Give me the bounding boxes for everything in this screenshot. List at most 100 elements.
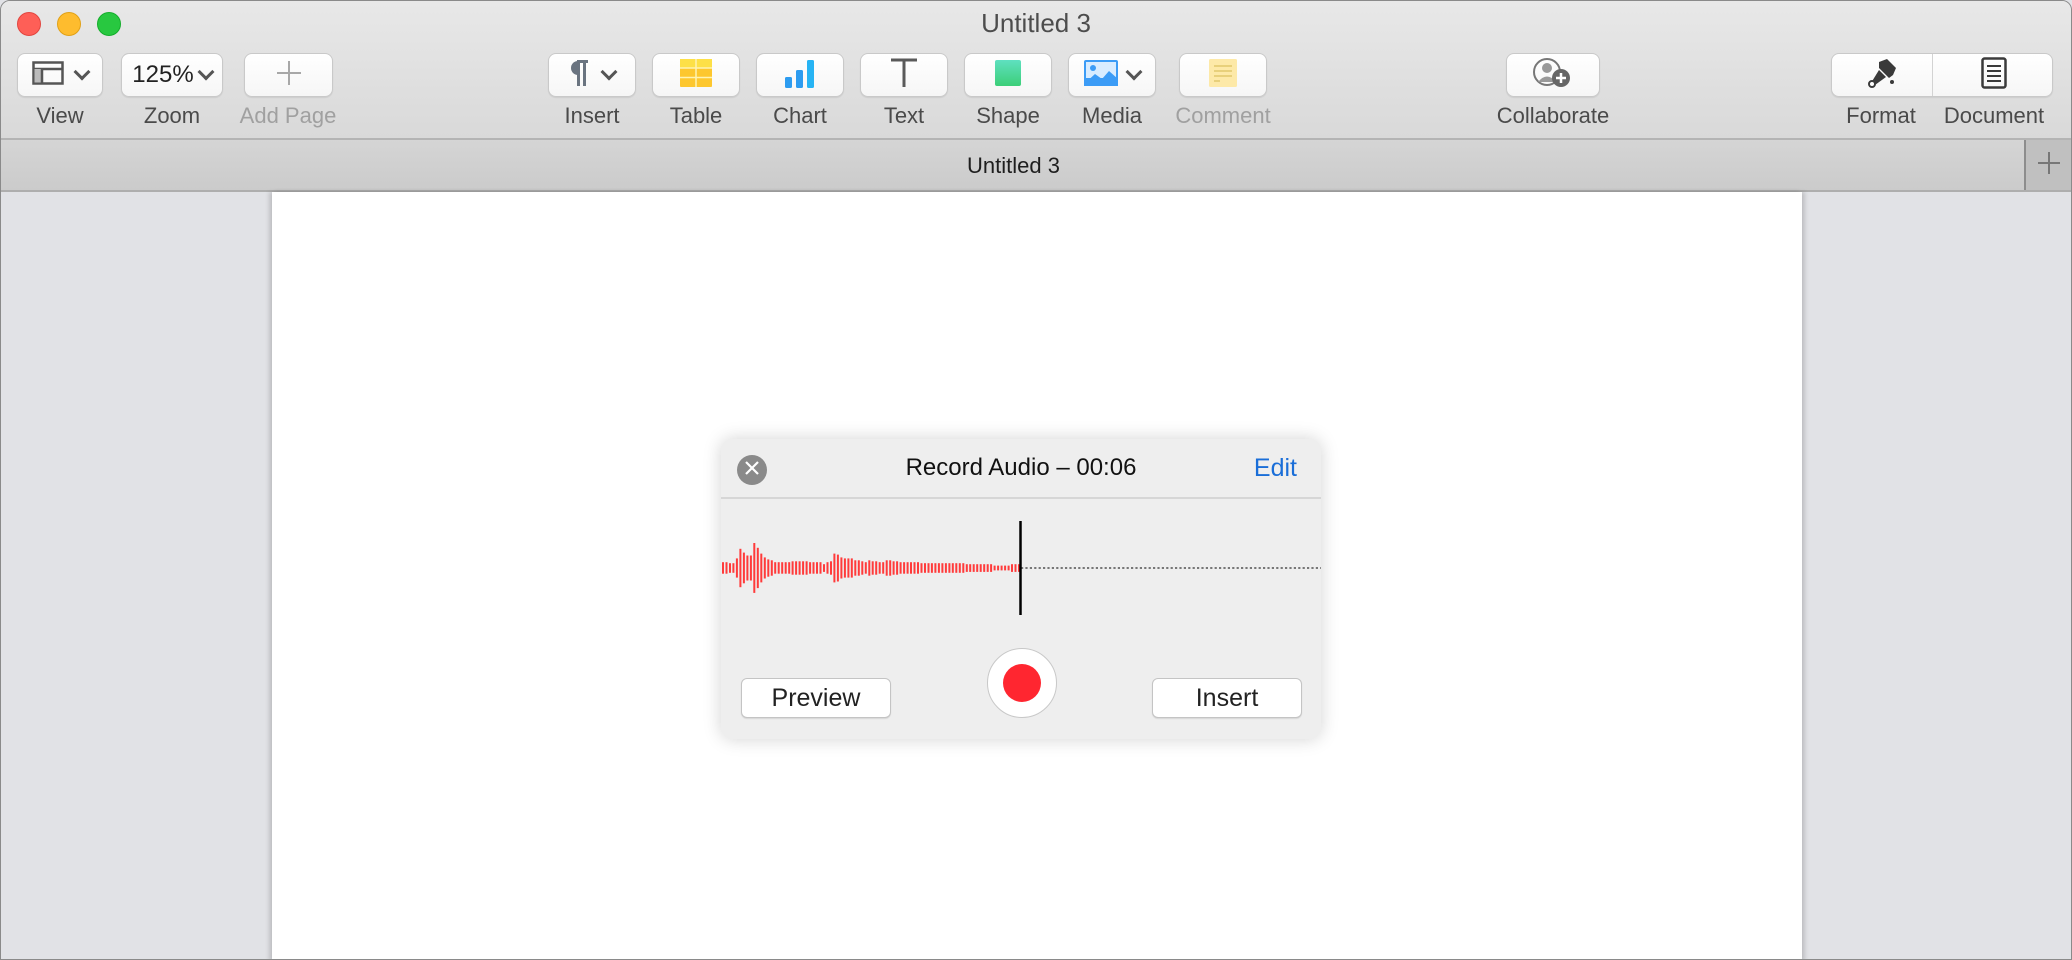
waveform-bar (924, 563, 926, 573)
waveform-bar (802, 561, 805, 575)
view-label: View (36, 103, 84, 128)
waveform-bar (990, 564, 993, 572)
waveform-bar (746, 555, 749, 581)
plus-icon (2037, 151, 2061, 180)
waveform-bar (781, 562, 784, 574)
text-button[interactable] (860, 53, 948, 97)
waveform-bar (920, 563, 923, 573)
waveform-bar (899, 562, 902, 574)
waveform-bar (983, 564, 986, 572)
view-button[interactable] (17, 53, 103, 97)
format-label: Format (1846, 103, 1916, 128)
waveform-bar (878, 562, 881, 574)
text-box-icon (890, 58, 918, 93)
waveform-bar (937, 563, 940, 573)
waveform-bar (732, 563, 735, 573)
waveform-bar (930, 563, 933, 573)
edit-button[interactable]: Edit (1254, 454, 1297, 483)
waveform-bar (739, 548, 742, 588)
waveform-bar (857, 560, 860, 576)
waveform-bar (749, 555, 752, 581)
waveform-bar (742, 552, 745, 584)
waveform-bar (965, 564, 968, 572)
waveform-bar (1004, 565, 1007, 571)
waveform-bar (833, 553, 836, 583)
preview-button[interactable]: Preview (741, 678, 891, 718)
waveform-bar (767, 559, 770, 577)
waveform-bar (850, 558, 853, 578)
insert-audio-button[interactable]: Insert (1152, 678, 1302, 718)
media-label: Media (1082, 103, 1142, 128)
chevron-down-icon (1125, 63, 1143, 81)
shape-button[interactable] (964, 53, 1052, 97)
waveform-bar (927, 563, 930, 573)
waveform-bar (795, 561, 798, 575)
waveform-bar (986, 564, 989, 572)
add-tab-button[interactable] (2024, 140, 2071, 190)
chart-button[interactable] (756, 53, 844, 97)
record-icon (1003, 664, 1041, 702)
add-person-icon (1533, 57, 1573, 94)
waveform-bar (962, 563, 965, 573)
photo-icon (1084, 59, 1118, 91)
waveform-bar (889, 560, 892, 576)
waveform-bar (976, 564, 979, 572)
table-icon (680, 58, 712, 92)
waveform-bar (1000, 565, 1003, 571)
waveform-bar (847, 558, 850, 578)
waveform-bar (756, 547, 759, 589)
add-page-button[interactable] (244, 53, 333, 97)
waveform-bar (784, 562, 787, 574)
waveform-bar (868, 560, 871, 576)
chevron-down-icon (197, 63, 215, 81)
waveform-bar (896, 561, 899, 575)
format-button[interactable] (1832, 54, 1932, 96)
tab-untitled-3[interactable]: Untitled 3 (1, 153, 2026, 179)
waveform-bar (1011, 564, 1013, 572)
waveform-bar (882, 562, 885, 574)
waveform-bar (763, 557, 766, 579)
shape-icon (995, 59, 1021, 91)
chevron-down-icon (73, 63, 91, 81)
waveform-bar (941, 563, 944, 573)
waveform-bar (885, 560, 888, 576)
collaborate-button[interactable] (1506, 53, 1600, 97)
waveform-bar (830, 561, 832, 575)
waveform-bar (843, 558, 846, 578)
waveform-bar (892, 561, 895, 575)
document-button[interactable] (1933, 54, 2054, 96)
chevron-down-icon (600, 63, 618, 81)
waveform-bar (951, 563, 954, 573)
comment-button[interactable] (1179, 53, 1267, 97)
record-button[interactable] (987, 648, 1057, 718)
chart-label: Chart (773, 103, 827, 128)
waveform-display[interactable] (721, 519, 1321, 619)
media-button[interactable] (1068, 53, 1156, 97)
sidebar-layout-icon (32, 60, 64, 90)
record-audio-title: Record Audio – 00:06 (905, 454, 1137, 481)
waveform-bar (836, 554, 839, 582)
title-bar: Untitled 3 View 125% Zoom Add Page Inser… (1, 1, 2071, 140)
zoom-label: Zoom (143, 103, 201, 128)
waveform-bar (826, 562, 829, 574)
waveform-bar (910, 562, 912, 574)
waveform-bar (997, 565, 1000, 571)
waveform-bar (934, 563, 937, 573)
shape-label: Shape (976, 103, 1040, 128)
waveform-bar (969, 564, 972, 572)
window-title: Untitled 3 (981, 8, 1091, 38)
zoom-select[interactable]: 125% (121, 53, 223, 97)
waveform-bar (760, 553, 763, 583)
table-button[interactable] (652, 53, 740, 97)
text-label: Text (883, 103, 925, 128)
waveform-bar (906, 562, 909, 574)
waveform-bar (729, 563, 731, 573)
insert-button[interactable] (548, 53, 636, 97)
waveform-bar (840, 557, 843, 579)
pilcrow-icon (569, 59, 589, 92)
waveform-bar (993, 565, 996, 571)
table-label: Table (669, 103, 723, 128)
pages-window: Untitled 3 View 125% Zoom Add Page Inser… (0, 0, 2072, 960)
waveform-bar (1014, 564, 1017, 572)
waveform-bar (955, 563, 958, 573)
